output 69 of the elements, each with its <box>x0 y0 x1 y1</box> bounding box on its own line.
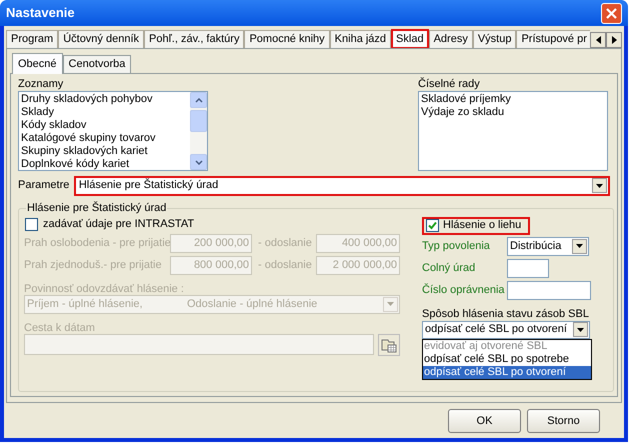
dropdown-value: Odoslanie - úplné hlásenie <box>187 296 318 312</box>
scroll-right-button[interactable] <box>606 32 622 48</box>
list-label: Číselné rady <box>418 77 481 91</box>
browse-button[interactable] <box>378 334 400 356</box>
field-label: Prah zjednoduš.- pre prijatie <box>24 258 163 274</box>
group-title: Hlásenie pre Štatistický úrad <box>26 200 168 216</box>
dropdown-button[interactable] <box>572 238 587 254</box>
tab[interactable]: Adresy <box>428 30 473 48</box>
tab[interactable]: Kniha jázd <box>330 30 392 48</box>
checkbox-row[interactable]: Hlásenie o liehu <box>422 216 530 234</box>
checkbox[interactable] <box>25 218 38 230</box>
tab[interactable]: Obecné <box>12 53 63 74</box>
close-button[interactable] <box>601 2 622 24</box>
type-dropdown[interactable]: Distribúcia <box>507 236 589 256</box>
scroll-down-button[interactable] <box>190 154 207 170</box>
dropdown-arrow-icon <box>576 244 583 248</box>
left-triangle-icon <box>596 36 600 44</box>
dropdown-button[interactable] <box>592 178 607 193</box>
dropdown-button[interactable] <box>573 322 588 337</box>
checkbox-label: zadávať údaje pre INTRASTAT <box>43 216 194 232</box>
tab[interactable]: Sklad <box>391 29 429 48</box>
list-label: Zoznamy <box>18 77 64 91</box>
list-item[interactable]: Doplnkové kódy kariet <box>21 158 190 171</box>
field-label: Colný úrad <box>422 260 476 276</box>
dropdown-arrow-icon <box>577 328 584 332</box>
tab[interactable]: Účtovný denník <box>58 30 144 48</box>
folder-grid-icon <box>381 336 397 352</box>
scroll-up-button[interactable] <box>190 92 207 108</box>
list-item[interactable]: Skladové príjemky <box>421 93 607 106</box>
window-title: Nastavenie <box>6 4 76 22</box>
input-field[interactable] <box>507 280 591 300</box>
field-label: - odoslanie <box>257 258 313 274</box>
dropdown-arrow-icon <box>387 302 394 306</box>
field-label: Povinnosť odovzdávať hlásenie : <box>24 282 185 294</box>
tab[interactable]: Výstup <box>472 30 516 48</box>
field-label: - odoslanie <box>257 236 313 252</box>
list-item[interactable]: Druhy skladových pohybov <box>21 93 190 106</box>
dialog-button[interactable]: OK <box>448 409 521 433</box>
tab[interactable]: Pomocné knihy <box>244 30 330 48</box>
field-label: Typ povolenia <box>422 238 491 254</box>
tab[interactable]: Pohľ., záv., faktúry <box>144 30 244 48</box>
tab[interactable]: Cenotvorba <box>62 55 132 73</box>
list-item[interactable]: Skupiny skladových kariet <box>21 145 190 158</box>
dialog-button[interactable]: Storno <box>527 409 600 433</box>
parameters-label: Parametre <box>18 178 70 194</box>
parameters-dropdown[interactable]: Hlásenie pre Štatistický úrad <box>74 176 610 196</box>
field-label: Spôsob hlásenia stavu zásob SBL <box>422 306 590 320</box>
tab[interactable]: Prístupové pr <box>516 30 590 48</box>
field-label: Cesta k dátam <box>24 320 96 334</box>
field-label: Prah oslobodenia - pre prijatie <box>24 236 170 252</box>
up-chevron-icon <box>194 98 202 102</box>
tab[interactable]: Program <box>6 30 58 48</box>
list-item[interactable]: Sklady <box>21 106 190 119</box>
scroll-thumb[interactable] <box>190 110 207 132</box>
field-label: Číslo oprávnenia <box>422 282 506 298</box>
dropdown-arrow-icon <box>596 184 603 188</box>
list-item[interactable]: Výdaje zo skladu <box>421 106 607 119</box>
scroll-left-button[interactable] <box>590 32 606 48</box>
dropdown-option[interactable]: odpísať celé SBL po spotrebe <box>423 352 591 366</box>
list-item[interactable]: Kódy skladov <box>21 119 190 132</box>
checkbox[interactable] <box>426 219 439 232</box>
input-field[interactable] <box>507 258 549 278</box>
method-dropdown[interactable]: odpísať celé SBL po otvorení <box>422 320 590 338</box>
down-chevron-icon <box>194 160 202 164</box>
close-icon <box>606 8 617 18</box>
right-triangle-icon <box>612 36 616 44</box>
list-item[interactable]: Katalógové skupiny tovarov <box>21 132 190 145</box>
dropdown-option[interactable]: odpísať celé SBL po otvorení <box>423 366 591 378</box>
dropdown-value: Príjem - úplné hlásenie, <box>27 296 144 312</box>
